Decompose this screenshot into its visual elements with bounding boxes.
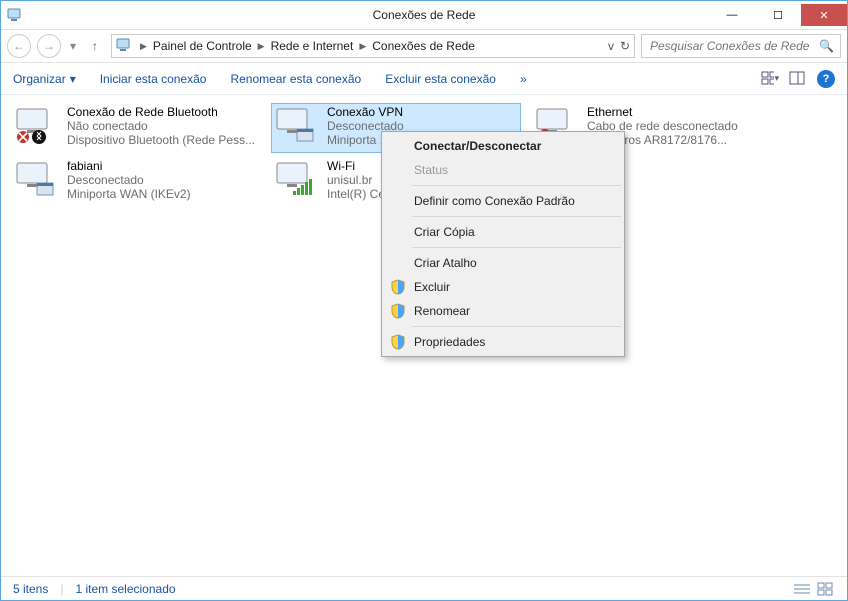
separator: |	[60, 582, 63, 596]
back-button[interactable]: ←	[7, 34, 31, 58]
view-options-icon[interactable]: ▾	[761, 70, 779, 88]
location-icon	[116, 37, 132, 56]
connection-device: Miniporta WAN (IKEv2)	[67, 187, 191, 201]
history-dropdown[interactable]: ▾	[67, 39, 79, 53]
ctx-set-default[interactable]: Definir como Conexão Padrão	[384, 189, 622, 213]
chevron-down-icon: ▾	[70, 72, 76, 86]
separator	[412, 247, 621, 248]
breadcrumb-item[interactable]: Rede e Internet	[269, 37, 356, 55]
preview-pane-icon[interactable]	[789, 70, 807, 88]
app-icon	[7, 7, 23, 23]
connection-name: Conexão de Rede Bluetooth	[67, 105, 255, 119]
breadcrumb: ▶ Painel de Controle ▶ Rede e Internet ▶…	[138, 37, 477, 55]
chevron-right-icon[interactable]: ▶	[138, 41, 149, 52]
titlebar[interactable]: Conexões de Rede — ☐ ✕	[1, 1, 847, 29]
maximize-button[interactable]: ☐	[755, 4, 801, 26]
details-view-icon[interactable]	[793, 582, 811, 596]
start-connection-button[interactable]: Iniciar esta conexão	[100, 72, 207, 86]
shield-icon	[390, 303, 406, 319]
network-icon	[13, 159, 61, 199]
organize-button[interactable]: Organizar ▾	[13, 72, 76, 86]
status-bar: 5 itens | 1 item selecionado	[1, 576, 847, 600]
large-icons-view-icon[interactable]	[817, 582, 835, 596]
connection-item-fabiani[interactable]: fabiani Desconectado Miniporta WAN (IKEv…	[11, 157, 261, 207]
ctx-create-copy[interactable]: Criar Cópia	[384, 220, 622, 244]
network-icon	[13, 105, 61, 145]
up-button[interactable]: ↑	[85, 36, 105, 56]
ctx-connect[interactable]: Conectar/Desconectar	[384, 134, 622, 158]
chevron-right-icon[interactable]: ▶	[357, 41, 368, 52]
breadcrumb-item[interactable]: Painel de Controle	[151, 37, 254, 55]
help-icon[interactable]: ?	[817, 70, 835, 88]
ctx-create-shortcut[interactable]: Criar Atalho	[384, 251, 622, 275]
breadcrumb-item[interactable]: Conexões de Rede	[370, 37, 477, 55]
item-count: 5 itens	[13, 582, 48, 596]
network-icon	[273, 159, 321, 199]
close-button[interactable]: ✕	[801, 4, 847, 26]
connection-status: Desconectado	[67, 173, 191, 187]
minimize-button[interactable]: —	[709, 4, 755, 26]
connection-name: Conexão VPN	[327, 105, 404, 119]
window-controls: — ☐ ✕	[709, 4, 847, 26]
separator	[412, 326, 621, 327]
more-commands-icon[interactable]: »	[520, 72, 527, 86]
ctx-rename[interactable]: Renomear	[384, 299, 622, 323]
connection-device: Dispositivo Bluetooth (Rede Pess...	[67, 133, 255, 147]
address-dropdown-icon[interactable]: v	[608, 39, 614, 53]
chevron-right-icon[interactable]: ▶	[256, 41, 267, 52]
ctx-delete[interactable]: Excluir	[384, 275, 622, 299]
search-box[interactable]: 🔍	[641, 34, 841, 58]
refresh-icon[interactable]: ↻	[620, 39, 630, 53]
ctx-properties[interactable]: Propriedades	[384, 330, 622, 354]
separator	[412, 216, 621, 217]
navigation-bar: ← → ▾ ↑ ▶ Painel de Controle ▶ Rede e In…	[1, 29, 847, 63]
search-icon[interactable]: 🔍	[819, 39, 834, 53]
ctx-status: Status	[384, 158, 622, 182]
search-input[interactable]	[648, 38, 819, 54]
window-title: Conexões de Rede	[373, 8, 476, 22]
connection-name: fabiani	[67, 159, 191, 173]
connection-status: Não conectado	[67, 119, 255, 133]
command-bar: Organizar ▾ Iniciar esta conexão Renomea…	[1, 63, 847, 95]
rename-connection-button[interactable]: Renomear esta conexão	[230, 72, 361, 86]
network-icon	[273, 105, 321, 145]
delete-connection-button[interactable]: Excluir esta conexão	[385, 72, 496, 86]
separator	[412, 185, 621, 186]
context-menu: Conectar/Desconectar Status Definir como…	[381, 131, 625, 357]
shield-icon	[390, 279, 406, 295]
connection-item-bluetooth[interactable]: Conexão de Rede Bluetooth Não conectado …	[11, 103, 261, 153]
forward-button[interactable]: →	[37, 34, 61, 58]
selection-count: 1 item selecionado	[75, 582, 175, 596]
address-bar[interactable]: ▶ Painel de Controle ▶ Rede e Internet ▶…	[111, 34, 635, 58]
shield-icon	[390, 334, 406, 350]
connection-name: Ethernet	[587, 105, 738, 119]
